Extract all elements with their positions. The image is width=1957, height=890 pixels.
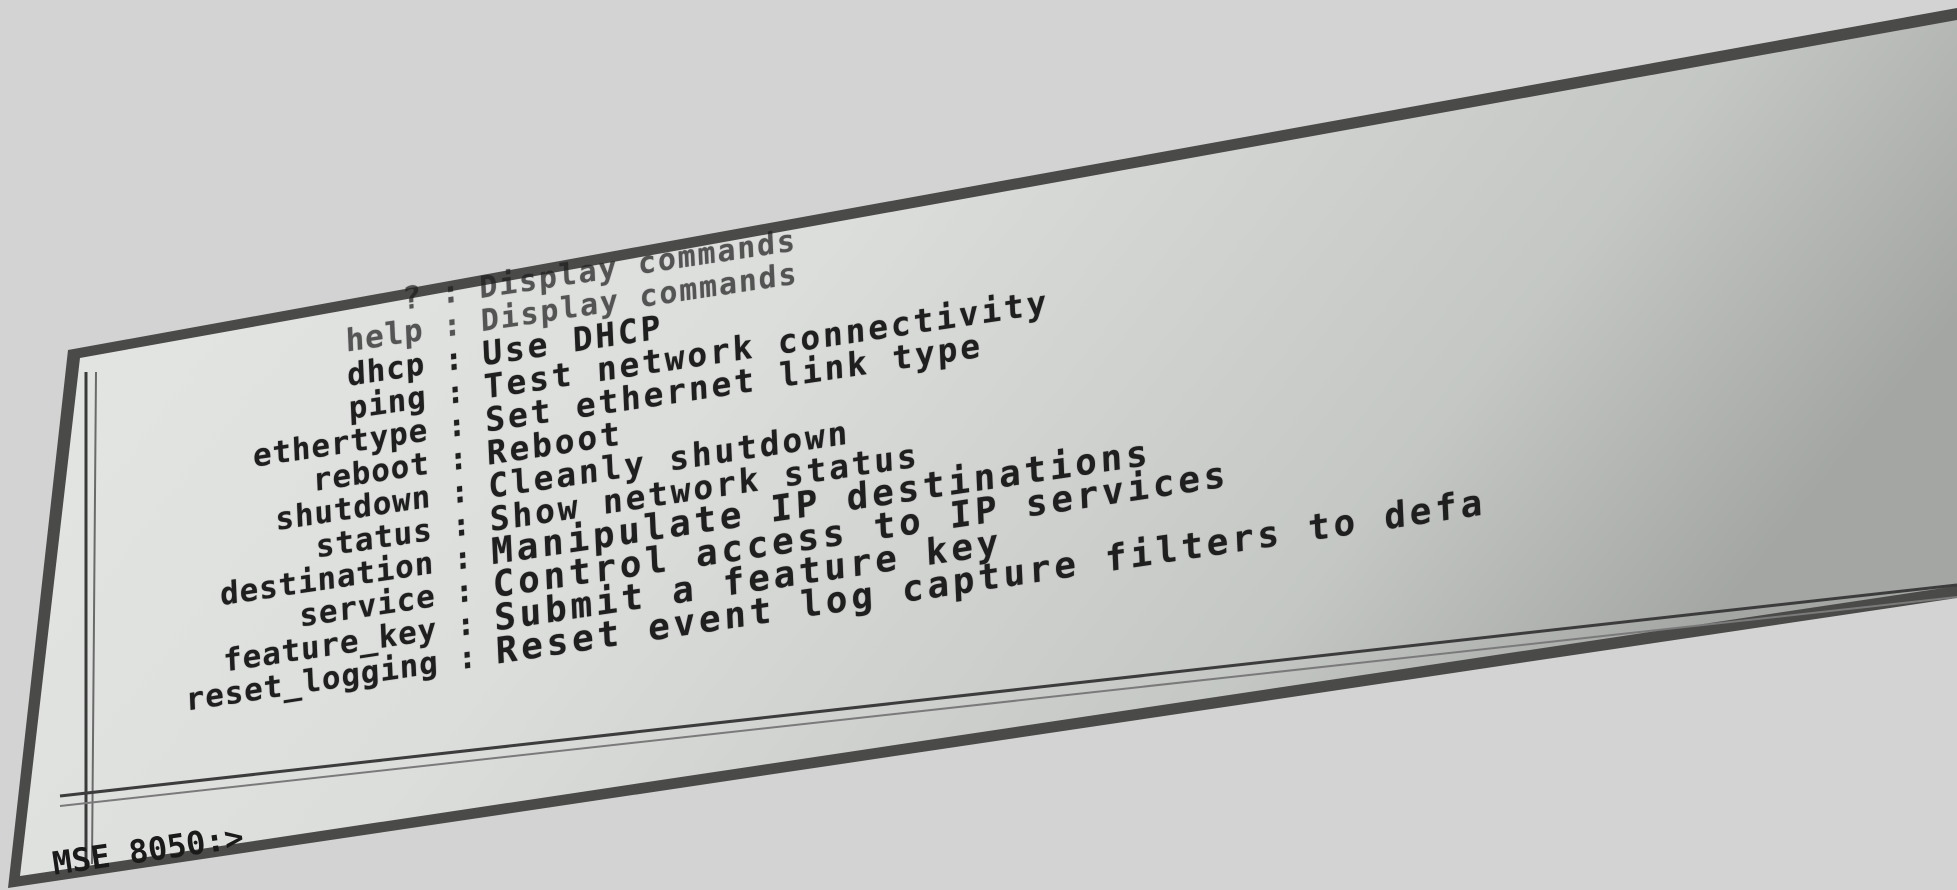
monitor-screen: ? : Display commands help : Display comm…	[0, 0, 1957, 890]
photo-background: ? : Display commands help : Display comm…	[0, 0, 1957, 890]
